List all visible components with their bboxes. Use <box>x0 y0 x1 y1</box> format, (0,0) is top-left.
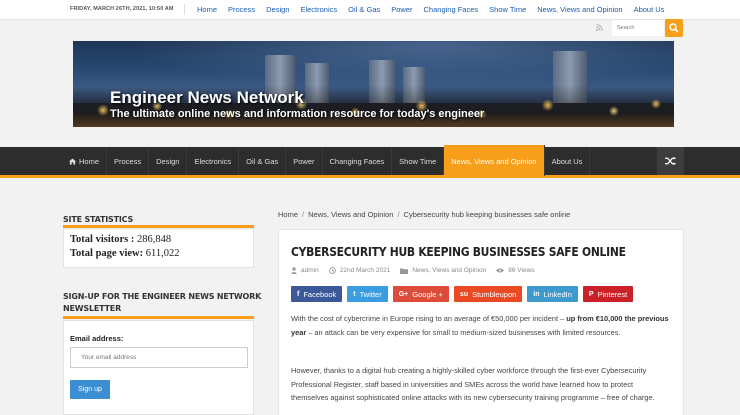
nav-item-electronics[interactable]: Electronics <box>187 147 240 175</box>
top-nav-about-us[interactable]: About Us <box>634 5 665 14</box>
share-stumbleupon-button[interactable]: su Stumbleupon <box>453 286 523 302</box>
nav-item-design[interactable]: Design <box>149 147 188 175</box>
top-nav-design[interactable]: Design <box>266 5 289 14</box>
sign-up-button[interactable]: Sign up <box>70 380 110 399</box>
top-nav-changing-faces[interactable]: Changing Faces <box>424 5 479 14</box>
home-icon <box>69 157 76 165</box>
paragraph-text: With the cost of cybercrime in Europe ri… <box>291 314 567 323</box>
visitors-value: 286,848 <box>137 234 172 245</box>
site-statistics-title: SITE STATISTICS <box>63 215 134 224</box>
rss-icon[interactable] <box>596 24 603 33</box>
article-title: CYBERSECURITY HUB KEEPING BUSINESSES SAF… <box>291 244 626 259</box>
breadcrumb-home[interactable]: Home <box>278 210 298 219</box>
pageviews-stat: Total page view: 611,022 <box>70 248 180 259</box>
share-label: LinkedIn <box>543 289 572 299</box>
nav-item-home[interactable]: Home <box>62 147 108 175</box>
main-nav: Home Process Design Electronics Oil & Ga… <box>0 145 740 178</box>
newsletter-title: SIGN-UP FOR THE ENGINEER NEWS NETWORK NE… <box>63 292 262 313</box>
shuffle-icon <box>665 156 676 166</box>
top-nav-electronics[interactable]: Electronics <box>300 5 337 14</box>
twitter-icon: t <box>353 290 356 298</box>
google-plus-icon: G+ <box>398 290 409 298</box>
nav-item-label: Home <box>79 156 100 166</box>
top-bar: FRIDAY, MARCH 26TH, 2021, 10:50 AM Home … <box>0 0 740 20</box>
pageviews-value: 611,022 <box>145 248 180 259</box>
site-statistics-box: Total visitors : 286,848 Total page view… <box>63 228 254 268</box>
breadcrumb-separator: / <box>302 210 305 219</box>
top-nav-news-views[interactable]: News, Views and Opinion <box>537 5 622 14</box>
top-nav-power[interactable]: Power <box>391 5 412 14</box>
folder-icon <box>400 268 409 274</box>
article-paragraph: With the cost of cybercrime in Europe ri… <box>291 312 671 339</box>
pinterest-icon: P <box>588 290 594 298</box>
linkedin-icon: in <box>533 290 540 298</box>
email-field[interactable] <box>70 347 248 368</box>
breadcrumb: Home / News, Views and Opinion / Cyberse… <box>278 210 570 219</box>
search-icon <box>669 23 679 33</box>
article-meta: admin 22nd March 2021 News, Views and Op… <box>291 267 545 274</box>
meta-category[interactable]: News, Views and Opinion <box>400 267 486 274</box>
user-icon <box>291 267 297 274</box>
random-article-button[interactable] <box>657 147 684 175</box>
paragraph-text: – an attack can be very expensive for sm… <box>306 327 621 337</box>
category-name: News, Views and Opinion <box>412 267 487 274</box>
divider <box>184 4 185 15</box>
stumbleupon-icon: su <box>459 290 469 298</box>
nav-item-changing-faces[interactable]: Changing Faces <box>323 147 393 175</box>
nav-item-about-us[interactable]: About Us <box>545 147 591 175</box>
share-google-plus-button[interactable]: G+ Google + <box>392 286 449 302</box>
meta-views: 86 Views <box>496 267 535 274</box>
search-button[interactable] <box>665 19 683 37</box>
author-name: admin <box>301 267 319 274</box>
top-nav: Home Process Design Electronics Oil & Ga… <box>197 5 664 14</box>
visitors-label: Total visitors : <box>70 234 135 245</box>
article-paragraph: However, thanks to a digital hub creatin… <box>291 366 655 402</box>
share-twitter-button[interactable]: t Twitter <box>347 286 388 302</box>
eye-icon <box>496 268 505 273</box>
nav-item-power[interactable]: Power <box>286 147 323 175</box>
search-input[interactable] <box>612 20 664 36</box>
breadcrumb-separator: / <box>397 210 400 219</box>
top-nav-process[interactable]: Process <box>228 5 255 14</box>
share-label: Pinterest <box>597 289 628 299</box>
breadcrumb-category[interactable]: News, Views and Opinion <box>308 210 393 219</box>
visitors-stat: Total visitors : 286,848 <box>70 234 171 245</box>
share-linkedin-button[interactable]: in LinkedIn <box>527 286 578 302</box>
top-nav-oil-gas[interactable]: Oil & Gas <box>348 5 380 14</box>
meta-author[interactable]: admin <box>291 267 319 274</box>
share-label: Facebook <box>303 289 337 299</box>
site-tagline: The ultimate online news and information… <box>110 108 485 120</box>
nav-item-show-time[interactable]: Show Time <box>392 147 445 175</box>
top-nav-home[interactable]: Home <box>197 5 217 14</box>
nav-item-news-views[interactable]: News, Views and Opinion <box>444 145 545 176</box>
nav-item-oil-gas[interactable]: Oil & Gas <box>239 147 287 175</box>
view-count: 86 Views <box>508 267 535 274</box>
meta-date: 22nd March 2021 <box>328 267 391 274</box>
share-label: Twitter <box>359 289 382 299</box>
share-buttons: f Facebook t Twitter G+ Google + su Stumbleu… <box>291 286 638 302</box>
clock-icon <box>328 267 336 274</box>
share-facebook-button[interactable]: f Facebook <box>291 286 343 302</box>
top-nav-show-time[interactable]: Show Time <box>489 5 526 14</box>
nav-item-process[interactable]: Process <box>107 147 150 175</box>
site-title: Engineer News Network <box>110 88 304 107</box>
facebook-icon: f <box>297 290 300 298</box>
site-banner[interactable]: Engineer News Network The ultimate onlin… <box>73 41 674 127</box>
widget-accent-line <box>63 316 254 319</box>
pageviews-label: Total page view: <box>70 248 144 259</box>
share-label: Google + <box>412 289 443 299</box>
breadcrumb-current: Cybersecurity hub keeping businesses saf… <box>403 210 571 219</box>
share-label: Stumbleupon <box>472 289 517 299</box>
article-card: CYBERSECURITY HUB KEEPING BUSINESSES SAF… <box>278 229 684 415</box>
newsletter-form: Email address: Sign up <box>63 320 254 415</box>
publish-date: 22nd March 2021 <box>339 267 391 274</box>
current-date: FRIDAY, MARCH 26TH, 2021, 10:50 AM <box>70 6 174 12</box>
share-pinterest-button[interactable]: P Pinterest <box>582 286 634 302</box>
email-label: Email address: <box>70 334 124 343</box>
